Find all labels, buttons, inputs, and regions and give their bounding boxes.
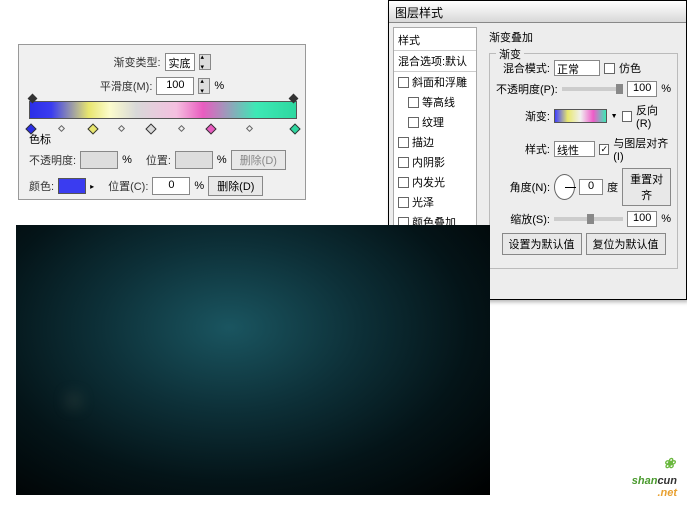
stop-pos1-unit: % xyxy=(217,154,227,166)
overlay-opacity-label: 不透明度(P): xyxy=(496,81,558,97)
delete-color-stop-button[interactable]: 删除(D) xyxy=(208,176,263,196)
effect-label: 内发光 xyxy=(412,174,445,190)
align-label: 与图层对齐(I) xyxy=(613,135,671,163)
angle-unit: 度 xyxy=(607,179,618,195)
stop-color-label: 颜色: xyxy=(29,178,54,194)
scale-slider[interactable] xyxy=(554,217,623,221)
leaf-icon: ❀ xyxy=(663,455,675,472)
effect-item[interactable]: 描边 xyxy=(394,132,476,152)
gradient-label: 渐变: xyxy=(496,108,550,124)
scale-unit: % xyxy=(661,213,671,225)
stop-opacity-unit: % xyxy=(122,154,132,166)
reset-default-button[interactable]: 复位为默认值 xyxy=(586,233,666,255)
effect-checkbox[interactable] xyxy=(408,97,419,108)
delete-opacity-stop-button: 删除(D) xyxy=(231,150,286,170)
smoothness-input[interactable]: 100 xyxy=(156,77,194,95)
overlay-opacity-input[interactable]: 100 xyxy=(627,81,657,97)
stop-pos2-label: 位置(C): xyxy=(108,178,148,194)
smoothness-stepper[interactable] xyxy=(198,78,210,94)
effect-checkbox[interactable] xyxy=(398,137,409,148)
style-select[interactable]: 线性 xyxy=(554,141,595,157)
reverse-label: 反向(R) xyxy=(636,102,671,130)
angle-label: 角度(N): xyxy=(496,179,550,195)
list-header-blend[interactable]: 混合选项:默认 xyxy=(394,51,476,72)
effect-label: 纹理 xyxy=(422,114,444,130)
logo-part2: cun xyxy=(657,475,677,487)
opacity-slider[interactable] xyxy=(562,87,623,91)
smoothness-label: 平滑度(M): xyxy=(100,78,153,94)
blend-mode-label: 混合模式: xyxy=(496,60,550,76)
effect-checkbox[interactable] xyxy=(398,157,409,168)
effect-item[interactable]: 等高线 xyxy=(394,92,476,112)
gradient-type-stepper[interactable] xyxy=(199,54,211,70)
group-label: 渐变 xyxy=(496,46,524,62)
effect-label: 斜面和浮雕 xyxy=(412,74,467,90)
gradient-editor-panel: 渐变类型: 实底 平滑度(M): 100 % 色标 不透明度: % 位置: % … xyxy=(18,44,306,200)
style-label: 样式: xyxy=(496,141,550,157)
color-swatch[interactable] xyxy=(58,178,86,194)
dither-label: 仿色 xyxy=(619,60,641,76)
effect-label: 内阴影 xyxy=(412,154,445,170)
effect-label: 等高线 xyxy=(422,94,455,110)
dither-checkbox[interactable] xyxy=(604,63,615,74)
reset-alignment-button[interactable]: 重置对齐 xyxy=(622,168,671,206)
gradient-type-label: 渐变类型: xyxy=(113,54,160,70)
effect-checkbox[interactable] xyxy=(398,177,409,188)
effect-item[interactable]: 纹理 xyxy=(394,112,476,132)
reverse-checkbox[interactable] xyxy=(622,111,632,122)
stop-opacity-input xyxy=(80,151,118,169)
overlay-opacity-unit: % xyxy=(661,83,671,95)
effect-item[interactable]: 内发光 xyxy=(394,172,476,192)
stop-pos1-input xyxy=(175,151,213,169)
stop-pos2-unit: % xyxy=(194,180,204,192)
list-header-styles[interactable]: 样式 xyxy=(394,30,476,51)
blend-mode-select[interactable]: 正常 xyxy=(554,60,600,76)
effect-preview-image: ifeiwu xyxy=(16,225,490,495)
gradient-strip[interactable] xyxy=(29,101,297,119)
effect-label: 描边 xyxy=(412,134,434,150)
stops-section-label: 色标 xyxy=(29,131,295,147)
effect-item[interactable]: 内阴影 xyxy=(394,152,476,172)
smoothness-unit: % xyxy=(214,80,224,92)
scale-input[interactable]: 100 xyxy=(627,211,657,227)
color-dropdown-icon[interactable]: ▸ xyxy=(90,182,94,191)
effect-checkbox[interactable] xyxy=(398,77,409,88)
gradient-preview[interactable] xyxy=(554,109,607,123)
gradient-type-select[interactable]: 实底 xyxy=(165,53,195,71)
logo-part1: shan xyxy=(632,475,658,487)
effect-checkbox[interactable] xyxy=(408,117,419,128)
gradient-dropdown-icon[interactable]: ▼ xyxy=(611,113,618,120)
effect-checkbox[interactable] xyxy=(398,197,409,208)
make-default-button[interactable]: 设置为默认值 xyxy=(502,233,582,255)
gradient-overlay-panel: 渐变叠加 渐变 混合模式: 正常 仿色 不透明度(P): 100 % 渐变: xyxy=(481,23,686,299)
stop-pos2-input[interactable]: 0 xyxy=(152,177,190,195)
panel-header: 渐变叠加 xyxy=(489,29,678,45)
align-checkbox[interactable] xyxy=(599,144,609,155)
stop-opacity-label: 不透明度: xyxy=(29,152,76,168)
dialog-title: 图层样式 xyxy=(389,1,686,23)
logo-net: .net xyxy=(632,487,677,499)
scale-label: 缩放(S): xyxy=(496,211,550,227)
gradient-bar[interactable] xyxy=(29,101,297,127)
effect-item[interactable]: 光泽 xyxy=(394,192,476,212)
angle-dial[interactable] xyxy=(554,174,575,200)
effect-item[interactable]: 斜面和浮雕 xyxy=(394,72,476,92)
stop-pos1-label: 位置: xyxy=(146,152,171,168)
angle-input[interactable]: 0 xyxy=(579,179,603,195)
watermark-logo: ❀ shancun .net xyxy=(632,463,677,499)
preview-text: ifeiwu xyxy=(70,313,72,428)
effect-label: 光泽 xyxy=(412,194,434,210)
